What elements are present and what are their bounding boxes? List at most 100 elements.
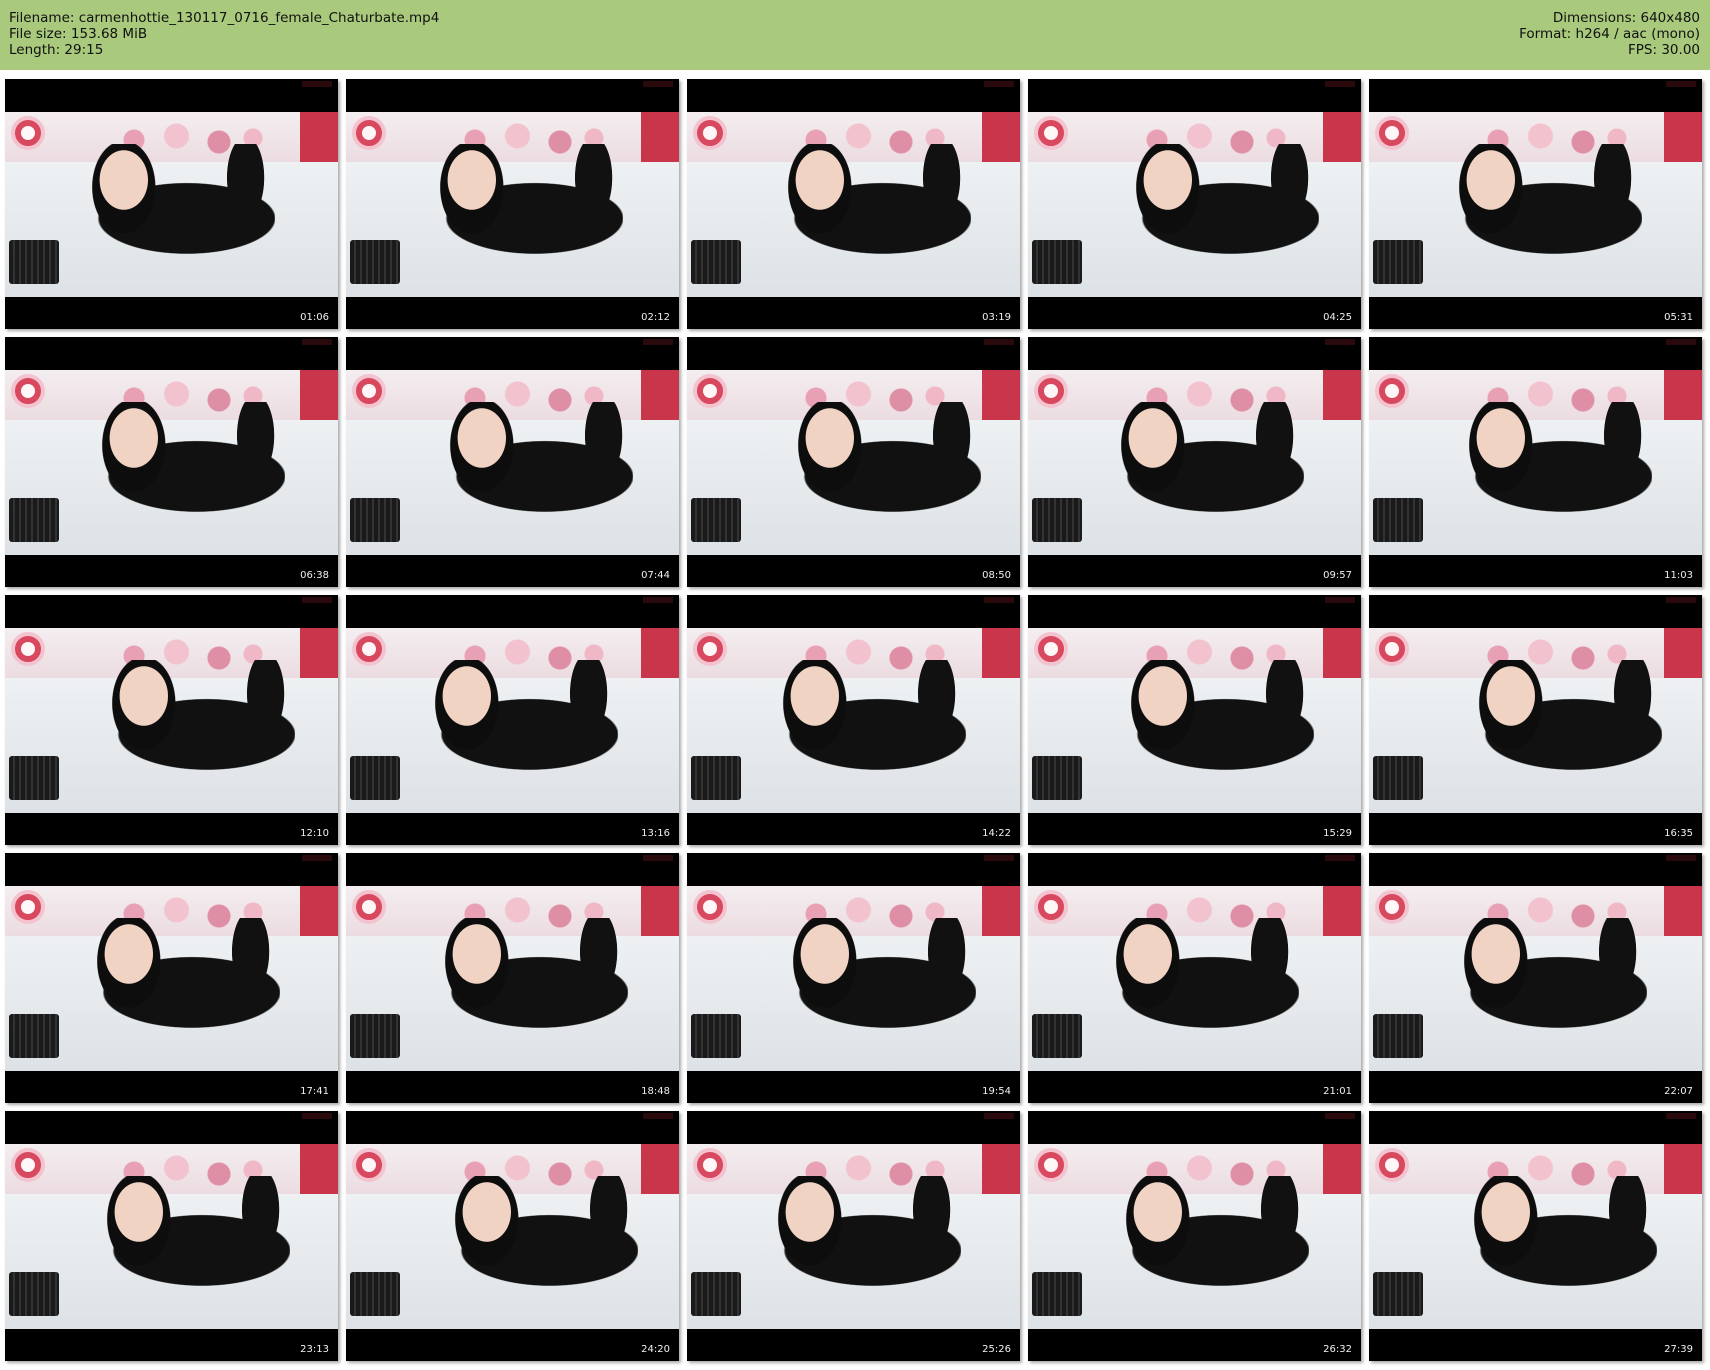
watermark [302,1113,332,1119]
frame-image [346,1144,679,1329]
video-thumbnail: 23:13 [5,1111,338,1361]
timestamp-label: 23:13 [300,1344,329,1355]
watermark [984,339,1014,345]
watermark [1666,81,1696,87]
frame-image [687,628,1020,813]
filename-text: Filename: carmenhottie_130117_0716_femal… [9,10,440,26]
filesize-text: File size: 153.68 MiB [9,26,148,42]
video-thumbnail: 11:03 [1369,337,1702,587]
frame-image [1369,112,1702,297]
timestamp-label: 16:35 [1664,828,1693,839]
video-thumbnail: 18:48 [346,853,679,1103]
frame-image [1369,1144,1702,1329]
watermark [1325,855,1355,861]
frame-image [1028,112,1361,297]
watermark [984,597,1014,603]
video-thumbnail: 25:26 [687,1111,1020,1361]
timestamp-label: 24:20 [641,1344,670,1355]
video-thumbnail: 06:38 [5,337,338,587]
timestamp-label: 11:03 [1664,570,1693,581]
watermark [1666,597,1696,603]
watermark [1325,81,1355,87]
video-thumbnail: 01:06 [5,79,338,329]
watermark [1325,597,1355,603]
frame-image [5,1144,338,1329]
watermark [1325,339,1355,345]
frame-image [5,628,338,813]
timestamp-label: 19:54 [982,1086,1011,1097]
timestamp-label: 17:41 [300,1086,329,1097]
watermark [643,855,673,861]
watermark [643,1113,673,1119]
frame-image [1369,370,1702,555]
frame-image [346,370,679,555]
video-thumbnail: 17:41 [5,853,338,1103]
frame-image [346,112,679,297]
format-text: Format: h264 / aac (mono) [1519,26,1700,42]
frame-image [687,370,1020,555]
frame-image [5,886,338,1071]
fps-text: FPS: 30.00 [1628,42,1700,58]
timestamp-label: 12:10 [300,828,329,839]
watermark [302,81,332,87]
frame-image [1369,628,1702,813]
timestamp-label: 06:38 [300,570,329,581]
watermark [1325,1113,1355,1119]
video-thumbnail: 12:10 [5,595,338,845]
timestamp-label: 14:22 [982,828,1011,839]
watermark [643,339,673,345]
watermark [984,855,1014,861]
frame-image [1028,370,1361,555]
frame-image [5,370,338,555]
length-text: Length: 29:15 [9,42,104,58]
video-thumbnail: 22:07 [1369,853,1702,1103]
timestamp-label: 27:39 [1664,1344,1693,1355]
video-thumbnail: 13:16 [346,595,679,845]
frame-image [1028,1144,1361,1329]
timestamp-label: 13:16 [641,828,670,839]
frame-image [1369,886,1702,1071]
video-thumbnail: 19:54 [687,853,1020,1103]
timestamp-label: 26:32 [1323,1344,1352,1355]
video-thumbnail: 07:44 [346,337,679,587]
watermark [302,855,332,861]
info-header: Filename: carmenhottie_130117_0716_femal… [0,0,1710,70]
video-thumbnail: 08:50 [687,337,1020,587]
video-thumbnail: 24:20 [346,1111,679,1361]
timestamp-label: 25:26 [982,1344,1011,1355]
timestamp-label: 22:07 [1664,1086,1693,1097]
watermark [643,81,673,87]
video-thumbnail: 05:31 [1369,79,1702,329]
video-thumbnail: 03:19 [687,79,1020,329]
frame-image [1028,628,1361,813]
frame-image [687,1144,1020,1329]
timestamp-label: 02:12 [641,312,670,323]
timestamp-label: 15:29 [1323,828,1352,839]
watermark [302,339,332,345]
timestamp-label: 21:01 [1323,1086,1352,1097]
video-thumbnail: 14:22 [687,595,1020,845]
watermark [984,1113,1014,1119]
timestamp-label: 18:48 [641,1086,670,1097]
info-left: Filename: carmenhottie_130117_0716_femal… [9,10,439,58]
watermark [643,597,673,603]
watermark [1666,1113,1696,1119]
video-thumbnail: 21:01 [1028,853,1361,1103]
video-thumbnail: 16:35 [1369,595,1702,845]
frame-image [5,112,338,297]
video-thumbnail: 09:57 [1028,337,1361,587]
timestamp-label: 05:31 [1664,312,1693,323]
dimensions-text: Dimensions: 640x480 [1552,10,1700,26]
frame-image [346,886,679,1071]
thumbnail-grid: 01:06 02:12 03:19 04:25 05:31 06:38 07:44 08:50… [5,79,1702,1361]
video-thumbnail: 15:29 [1028,595,1361,845]
frame-image [687,886,1020,1071]
watermark [1666,855,1696,861]
video-thumbnail: 27:39 [1369,1111,1702,1361]
timestamp-label: 09:57 [1323,570,1352,581]
info-right: Dimensions: 640x480 Format: h264 / aac (… [1519,10,1700,58]
video-thumbnail: 04:25 [1028,79,1361,329]
watermark [984,81,1014,87]
timestamp-label: 04:25 [1323,312,1352,323]
timestamp-label: 08:50 [982,570,1011,581]
